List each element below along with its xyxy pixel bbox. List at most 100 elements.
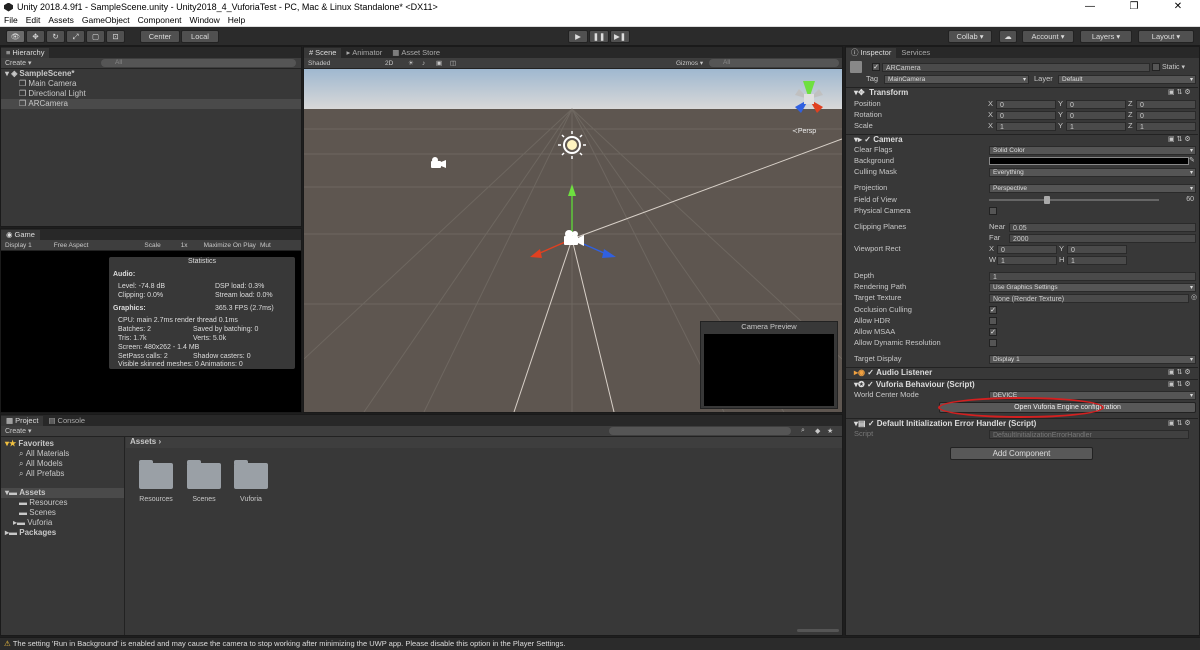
layers-dropdown[interactable]: Layers ▾ xyxy=(1080,30,1132,43)
position-x-field[interactable]: 0 xyxy=(996,100,1056,109)
scale-z-field[interactable]: 1 xyxy=(1136,122,1196,131)
target-display-dropdown[interactable]: Display 1 xyxy=(989,355,1196,364)
breadcrumb-assets[interactable]: Assets xyxy=(130,437,156,446)
packages-folder-row[interactable]: ▸▬ Packages xyxy=(1,528,124,538)
object-picker-icon[interactable]: ◎ xyxy=(1191,293,1197,301)
culling-mask-dropdown[interactable]: Everything xyxy=(989,168,1196,177)
account-dropdown[interactable]: Account ▾ xyxy=(1022,30,1074,43)
open-vuforia-config-button[interactable]: Open Vuforia Engine configuration xyxy=(939,402,1196,413)
scale-value[interactable]: 1x xyxy=(181,242,188,249)
scene-visibility-icon[interactable]: ◫ xyxy=(450,59,456,67)
scene-root-row[interactable]: ▾ ◈ SampleScene* xyxy=(1,69,301,79)
component-menu-icon[interactable]: ▣ ⇅ ⚙ xyxy=(1168,419,1191,427)
tab-hierarchy[interactable]: ≡ Hierarchy xyxy=(1,48,50,58)
filter-type-icon[interactable]: ⌕ xyxy=(801,427,805,435)
icon-size-slider[interactable] xyxy=(797,629,839,632)
layer-dropdown[interactable]: Default xyxy=(1058,75,1196,84)
active-checkbox[interactable]: ✓ xyxy=(872,63,880,71)
menu-gameobject[interactable]: GameObject xyxy=(82,15,130,25)
filter-label-icon[interactable]: ◆ xyxy=(815,427,820,435)
viewport-x-field[interactable]: 0 xyxy=(997,245,1057,254)
target-texture-field[interactable]: None (Render Texture) xyxy=(989,294,1189,303)
folder-label-resources[interactable]: Resources xyxy=(131,496,181,503)
favorite-item[interactable]: ⌕ All Materials xyxy=(1,449,124,459)
layout-dropdown[interactable]: Layout ▾ xyxy=(1138,30,1194,43)
step-button[interactable]: ▶❚ xyxy=(610,30,630,43)
folder-row[interactable]: ▬ Resources xyxy=(1,498,124,508)
tag-dropdown[interactable]: MainCamera xyxy=(884,75,1029,84)
menu-help[interactable]: Help xyxy=(228,15,245,25)
rotate-tool-icon[interactable]: ↻ xyxy=(46,30,65,43)
maximize-on-play-toggle[interactable]: Maximize On Play xyxy=(204,242,256,249)
hierarchy-item-arcamera[interactable]: ❒ ARCamera xyxy=(1,99,301,109)
assets-folder-row[interactable]: ▾▬ Assets xyxy=(1,488,124,498)
favorite-item[interactable]: ⌕ All Prefabs xyxy=(1,469,124,479)
fov-slider[interactable] xyxy=(989,199,1159,201)
error-handler-enabled-check[interactable]: ✓ xyxy=(868,419,875,428)
audio-listener-enabled-check[interactable]: ✓ xyxy=(867,368,874,377)
near-field[interactable]: 0.05 xyxy=(1009,223,1196,232)
static-checkbox[interactable] xyxy=(1152,63,1160,71)
allow-msaa-checkbox[interactable]: ✓ xyxy=(989,328,997,336)
component-menu-icon[interactable]: ▣ ⇅ ⚙ xyxy=(1168,135,1191,143)
folder-label-scenes[interactable]: Scenes xyxy=(179,496,229,503)
allow-dynres-checkbox[interactable] xyxy=(989,339,997,347)
mute-audio-toggle[interactable]: Mut xyxy=(260,242,271,249)
menu-file[interactable]: File xyxy=(4,15,18,25)
play-button[interactable]: ▶ xyxy=(568,30,588,43)
rotation-z-field[interactable]: 0 xyxy=(1136,111,1196,120)
projection-dropdown[interactable]: Perspective xyxy=(989,184,1196,193)
camera-header[interactable]: ▾▸ ✓ Camera xyxy=(846,134,1198,145)
favorites-header[interactable]: ▾★ Favorites xyxy=(1,439,124,449)
project-create-dropdown[interactable]: Create ▾ xyxy=(5,427,31,435)
camera-enabled-check[interactable]: ✓ xyxy=(864,135,871,144)
menu-edit[interactable]: Edit xyxy=(26,15,41,25)
2d-toggle[interactable]: 2D xyxy=(385,60,393,67)
project-search-input[interactable] xyxy=(609,427,791,435)
occlusion-culling-checkbox[interactable]: ✓ xyxy=(989,306,997,314)
pivot-center-button[interactable]: Center xyxy=(140,30,180,43)
tab-asset-store[interactable]: ▦ Asset Store xyxy=(387,48,445,58)
viewport-w-field[interactable]: 1 xyxy=(997,256,1057,265)
component-menu-icon[interactable]: ▣ ⇅ ⚙ xyxy=(1168,88,1191,96)
hand-tool-icon[interactable]: 👁 xyxy=(6,30,25,43)
folder-icon[interactable] xyxy=(187,460,221,489)
persp-label[interactable]: ≺Persp xyxy=(792,127,816,135)
folder-icon[interactable] xyxy=(234,460,268,489)
favorite-star-icon[interactable]: ★ xyxy=(827,427,833,435)
tab-inspector[interactable]: ⓘ Inspector xyxy=(846,48,897,58)
position-z-field[interactable]: 0 xyxy=(1136,100,1196,109)
tab-animator[interactable]: ▸ Animator xyxy=(341,48,387,58)
scale-tool-icon[interactable]: ⤢ xyxy=(66,30,85,43)
minimize-button[interactable]: — xyxy=(1068,0,1112,14)
vuforia-behaviour-header[interactable]: ▾✪ ✓ Vuforia Behaviour (Script) xyxy=(846,379,1198,390)
effects-toggle-icon[interactable]: ▣ xyxy=(436,59,442,67)
viewport-h-field[interactable]: 1 xyxy=(1067,256,1127,265)
tab-console[interactable]: ▤ Console xyxy=(43,416,90,426)
hierarchy-item-main-camera[interactable]: ❒ Main Camera xyxy=(1,79,301,89)
rect-tool-icon[interactable]: ▢ xyxy=(86,30,105,43)
folder-icon[interactable] xyxy=(139,460,173,489)
fov-slider-handle[interactable] xyxy=(1044,196,1050,204)
transform-header[interactable]: ▾✥ Transform xyxy=(846,87,1198,98)
display-dropdown[interactable]: Display 1 xyxy=(5,242,32,249)
background-color-field[interactable] xyxy=(989,157,1189,165)
lighting-toggle-icon[interactable]: ☀ xyxy=(408,59,414,67)
menu-window[interactable]: Window xyxy=(190,15,220,25)
hierarchy-create-dropdown[interactable]: Create ▾ xyxy=(5,59,31,67)
scene-viewport[interactable]: ≺Persp Camera Preview xyxy=(304,69,842,412)
scale-y-field[interactable]: 1 xyxy=(1066,122,1126,131)
menu-assets[interactable]: Assets xyxy=(48,15,74,25)
folder-row[interactable]: ▸▬ Vuforia xyxy=(1,518,124,528)
pivot-local-button[interactable]: Local xyxy=(181,30,219,43)
hierarchy-search-input[interactable]: All xyxy=(101,59,296,67)
audio-toggle-icon[interactable]: ♪ xyxy=(422,60,425,67)
fov-value[interactable]: 60 xyxy=(1164,196,1194,203)
folder-label-vuforia[interactable]: Vuforia xyxy=(226,496,276,503)
tab-scene[interactable]: # Scene xyxy=(304,48,342,58)
tab-project[interactable]: ▦ Project xyxy=(1,416,44,426)
gizmos-dropdown[interactable]: Gizmos ▾ xyxy=(676,59,703,67)
tab-game[interactable]: ◉ Game xyxy=(1,230,40,240)
scale-x-field[interactable]: 1 xyxy=(996,122,1056,131)
scene-search-input[interactable]: All xyxy=(709,59,839,67)
